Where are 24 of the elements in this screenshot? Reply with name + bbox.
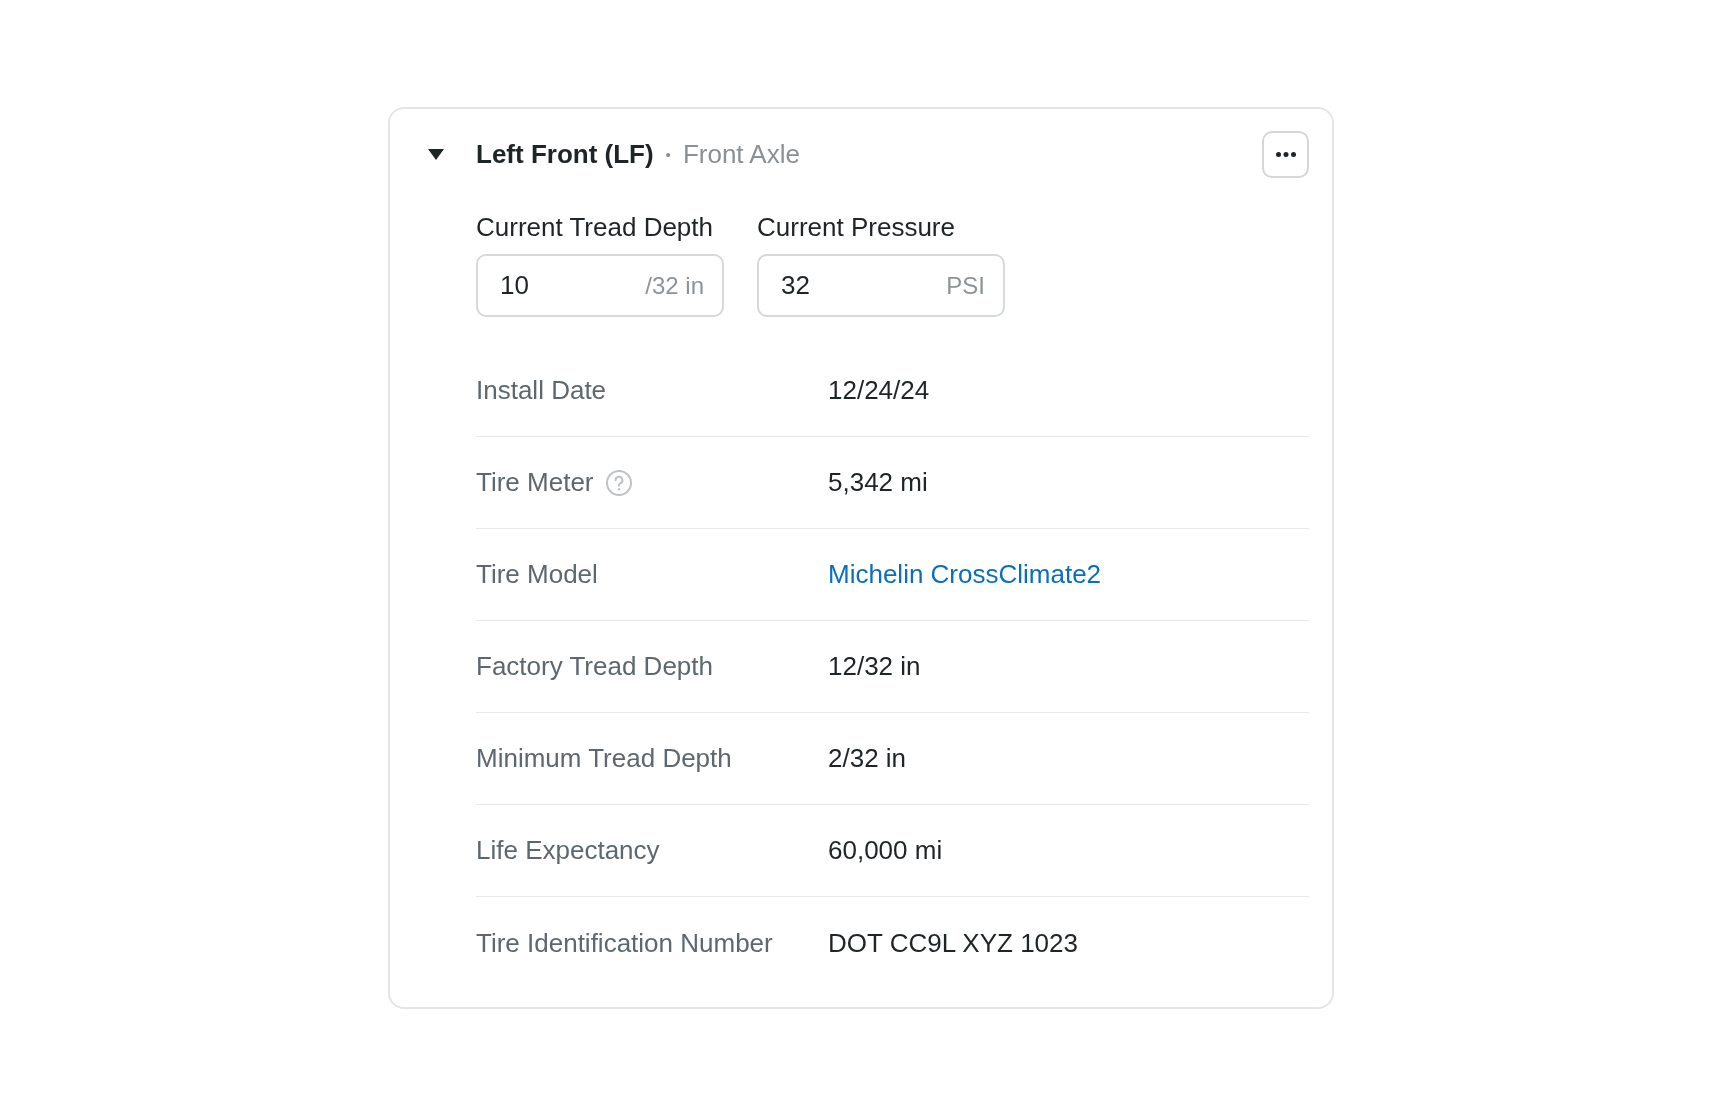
- more-button[interactable]: [1262, 131, 1309, 178]
- unit-suffix: PSI: [946, 271, 985, 300]
- detail-value: 12/32 in: [828, 651, 921, 682]
- detail-label: Tire Model: [476, 559, 598, 590]
- detail-label: Minimum Tread Depth: [476, 743, 732, 774]
- separator-dot: •: [665, 146, 671, 163]
- ellipsis-icon: [1275, 152, 1296, 157]
- tire-model-link[interactable]: Michelin CrossClimate2: [828, 559, 1102, 590]
- detail-value: 5,342 mi: [828, 467, 928, 498]
- detail-label: Factory Tread Depth: [476, 651, 713, 682]
- panel-subtitle: Front Axle: [682, 139, 800, 170]
- detail-value: 12/24/24: [828, 375, 930, 406]
- detail-label: Install Date: [476, 375, 607, 406]
- detail-label: Tire Meter: [476, 467, 594, 498]
- detail-label: Life Expectancy: [476, 835, 660, 866]
- panel-title: Left Front (LF): [476, 139, 654, 170]
- detail-value: DOT CC9L XYZ 1023: [828, 927, 1078, 959]
- detail-value: 2/32 in: [828, 743, 907, 774]
- field-label: Current Tread Depth: [476, 212, 713, 242]
- detail-label: Tire Identification Number: [476, 927, 773, 959]
- detail-value: 60,000 mi: [828, 835, 943, 866]
- unit-suffix: /32 in: [645, 271, 704, 300]
- field-label: Current Pressure: [757, 212, 955, 242]
- caret-icon[interactable]: [428, 149, 444, 160]
